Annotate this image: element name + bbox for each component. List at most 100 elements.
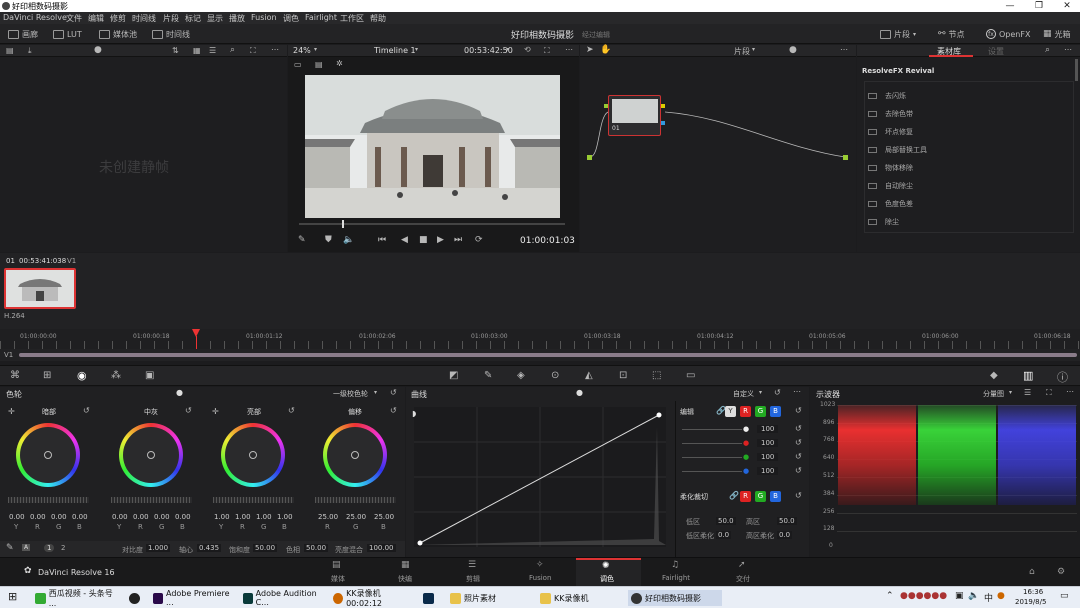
camera-raw-icon[interactable]: ⌘ — [10, 370, 20, 381]
timeline-button[interactable]: 时间线 — [152, 28, 190, 40]
menu-trim[interactable]: 修剪 — [110, 13, 126, 24]
crosshair-icon[interactable]: ✛ — [212, 407, 219, 416]
link-icon[interactable]: 🔗 — [729, 491, 739, 500]
cut-page-icon[interactable]: ▦ — [401, 560, 410, 570]
highlight-icon[interactable]: ✲ — [336, 59, 343, 68]
curve-graph[interactable] — [414, 407, 666, 547]
search-icon[interactable]: ⌕ — [1045, 45, 1050, 55]
page-deliver[interactable]: 交付 — [736, 574, 750, 584]
curve-handle-icon[interactable]: ◗ — [412, 409, 416, 418]
intensity-g-value[interactable]: 100 — [757, 453, 779, 461]
taskbar-item[interactable]: 照片素材 — [447, 590, 533, 606]
taskbar-item-active[interactable]: 好印相数码摄影 — [628, 590, 722, 606]
page-2-button[interactable]: 2 — [61, 544, 65, 552]
page-media[interactable]: 媒体 — [331, 574, 345, 584]
3d-icon[interactable]: ▭ — [686, 370, 695, 381]
softclip-b-button[interactable]: B — [770, 491, 781, 502]
node-mode[interactable]: 片段 — [734, 46, 750, 57]
keyframes-icon[interactable]: ◆ — [990, 370, 998, 381]
channel-y-button[interactable]: Y — [725, 406, 736, 417]
taskbar-item[interactable] — [126, 590, 146, 606]
menu-help[interactable]: 帮助 — [370, 13, 386, 24]
maximize-button[interactable]: ❐ — [1025, 0, 1053, 12]
taskbar-item[interactable]: KK录像机 00:02:12 — [330, 589, 416, 608]
hue-value[interactable]: 50.00 — [304, 544, 329, 552]
lut-button[interactable]: LUT — [53, 28, 82, 40]
search-icon[interactable]: ⌕ — [230, 45, 235, 55]
speaker-icon[interactable]: 🔈 — [343, 235, 354, 245]
saturation-value[interactable]: 50.00 — [253, 544, 278, 552]
intensity-track-b[interactable] — [682, 471, 742, 472]
menu-fairlight[interactable]: Fairlight — [305, 13, 337, 22]
node-input-dot[interactable] — [604, 104, 608, 108]
more-icon[interactable]: ⋯ — [1064, 45, 1072, 54]
tray-app-icon[interactable]: ● — [997, 591, 1005, 601]
zoom-slider-handle[interactable]: ● — [94, 45, 102, 55]
minimize-button[interactable]: — — [996, 0, 1024, 12]
value-g[interactable]: 0.00 — [154, 513, 170, 521]
fx-item[interactable]: 坏点修复 — [868, 126, 913, 138]
channel-g-button[interactable]: G — [755, 406, 766, 417]
menu-clip[interactable]: 片段 — [163, 13, 179, 24]
value-r[interactable]: 1.00 — [235, 513, 251, 521]
auto-icon[interactable]: A — [22, 544, 31, 551]
reset-icon[interactable]: ↺ — [795, 491, 802, 500]
tray-expand-icon[interactable]: ⌃ — [886, 591, 894, 601]
wheel-mode-select[interactable]: 一级校色轮 — [333, 389, 368, 399]
reset-icon[interactable]: ↺ — [795, 424, 802, 433]
loop-icon[interactable]: ⟲ — [524, 45, 531, 54]
value-b[interactable]: 1.00 — [277, 513, 293, 521]
taskbar-item[interactable]: 西瓜视频 - 头条号 ... — [32, 589, 124, 608]
curves-icon[interactable]: ◩ — [449, 370, 458, 381]
menu-workspace[interactable]: 工作区 — [340, 13, 364, 24]
info-icon[interactable]: ⓘ — [1057, 369, 1068, 385]
grid-view-icon[interactable]: ▦ — [193, 46, 201, 55]
reset-icon[interactable]: ↺ — [795, 466, 802, 475]
wheel-center-handle[interactable] — [44, 451, 52, 459]
value-g[interactable]: 25.00 — [346, 513, 366, 521]
channel-b-button[interactable]: B — [770, 406, 781, 417]
wheel-center-handle[interactable] — [147, 451, 155, 459]
media-page-icon[interactable]: ▤ — [332, 560, 341, 570]
motion-effects-icon[interactable]: ▣ — [145, 370, 154, 381]
loop-icon[interactable]: ⟳ — [475, 235, 483, 245]
more-icon[interactable]: ⋯ — [1066, 387, 1074, 396]
page-dot-icon[interactable]: ● — [176, 388, 183, 397]
list-view-icon[interactable]: ☰ — [209, 46, 216, 55]
intensity-track-r[interactable] — [682, 443, 742, 444]
reset-icon[interactable]: ↺ — [795, 452, 802, 461]
timeline-ruler[interactable]: 01:00:00:00 01:00:00:18 01:00:01:12 01:0… — [0, 329, 1080, 349]
intensity-b-value[interactable]: 100 — [757, 467, 779, 475]
reset-icon[interactable]: ↺ — [795, 406, 802, 415]
menu-edit[interactable]: 编辑 — [88, 13, 104, 24]
split-view-icon[interactable]: ▤ — [315, 60, 323, 69]
ime-icon[interactable]: 中 — [984, 591, 993, 604]
reverse-play-icon[interactable]: ◀ — [401, 235, 408, 245]
expand-icon[interactable]: ⛶ — [250, 46, 256, 56]
pointer-icon[interactable]: ➤ — [586, 45, 594, 55]
scope-settings-icon[interactable]: ☰ — [1024, 388, 1031, 397]
fusion-page-icon[interactable]: ✧ — [536, 560, 544, 570]
softclip-r-button[interactable]: R — [740, 491, 751, 502]
scope-mode-select[interactable]: 分量图 — [983, 389, 1004, 399]
hand-icon[interactable]: ✋ — [600, 45, 611, 55]
gear-icon[interactable]: ⚙ — [1057, 567, 1065, 577]
eyedropper-icon[interactable]: ✎ — [298, 235, 306, 245]
clips-button[interactable]: 片段 ▾ — [880, 28, 916, 40]
reset-icon[interactable]: ↺ — [288, 406, 295, 415]
value-b[interactable]: 0.00 — [72, 513, 88, 521]
scrubber-bar[interactable] — [299, 223, 565, 225]
value-r[interactable]: 25.00 — [318, 513, 338, 521]
sidebar-icon[interactable]: ▤ — [6, 46, 14, 55]
fx-item[interactable]: 除尘 — [868, 216, 899, 228]
scopes-icon[interactable]: ▥ — [1023, 369, 1033, 382]
softclip-g-button[interactable]: G — [755, 491, 766, 502]
home-icon[interactable]: ⌂ — [1029, 567, 1035, 577]
volume-icon[interactable]: 🔈 — [968, 591, 979, 601]
more-icon[interactable]: ⋯ — [793, 387, 801, 396]
intensity-y-value[interactable]: 100 — [757, 425, 779, 433]
start-icon[interactable]: ⊞ — [8, 590, 17, 603]
tab-settings[interactable]: 设置 — [988, 46, 1004, 57]
page-fusion[interactable]: Fusion — [529, 574, 551, 582]
value-b[interactable]: 25.00 — [374, 513, 394, 521]
